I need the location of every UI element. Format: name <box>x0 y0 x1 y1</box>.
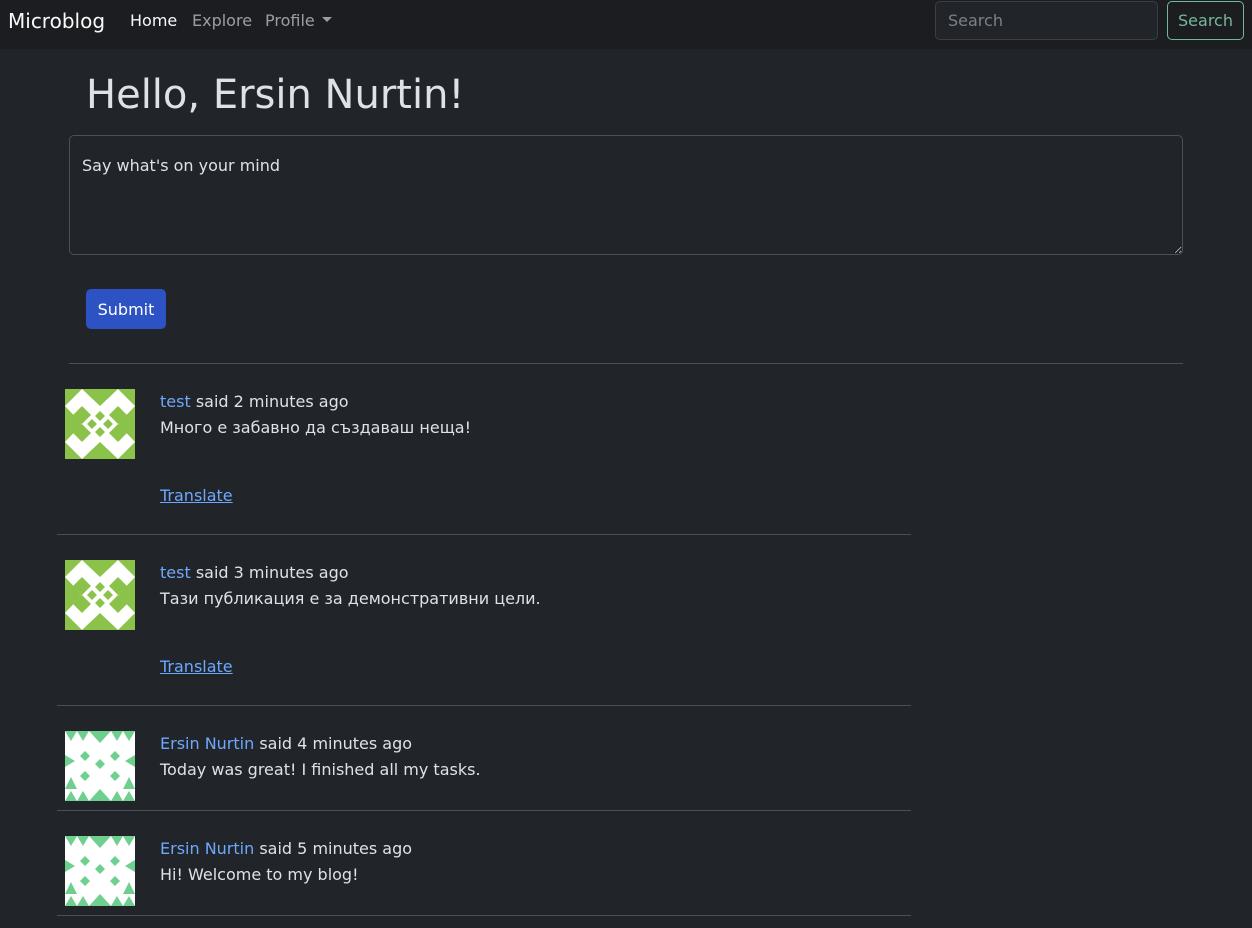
post-meta: Ersin Nurtin said 5 minutes ago <box>160 838 412 860</box>
translate-link[interactable]: Translate <box>160 656 233 678</box>
nav-profile-dropdown[interactable]: Profile <box>265 10 332 32</box>
author-link[interactable]: test <box>160 392 191 411</box>
author-link[interactable]: Ersin Nurtin <box>160 839 254 858</box>
post-item: Ersin Nurtin said 5 minutes ago Hi! Welc… <box>57 836 911 916</box>
avatar[interactable] <box>65 389 135 459</box>
post-body: Тази публикация е за демонстративни цели… <box>160 589 541 608</box>
divider <box>69 363 1183 364</box>
post-timestamp: said 2 minutes ago <box>195 392 349 411</box>
avatar[interactable] <box>65 560 135 630</box>
identicon-avatar-icon <box>65 389 135 459</box>
identicon-avatar-icon <box>65 731 135 801</box>
author-link[interactable]: test <box>160 563 191 582</box>
identicon-avatar-icon <box>65 836 135 906</box>
post-meta: test said 2 minutes ago <box>160 391 349 413</box>
submit-button[interactable]: Submit <box>86 289 166 329</box>
avatar[interactable] <box>65 836 135 906</box>
post-body: Hi! Welcome to my blog! <box>160 865 359 884</box>
post-timestamp: said 3 minutes ago <box>195 563 349 582</box>
brand-logo[interactable]: Microblog <box>8 8 105 34</box>
avatar[interactable] <box>65 731 135 801</box>
post-body: Много е забавно да създаваш неща! <box>160 418 471 437</box>
post-meta: Ersin Nurtin said 4 minutes ago <box>160 733 412 755</box>
post-timestamp: said 5 minutes ago <box>259 839 413 858</box>
chevron-down-icon <box>321 17 332 22</box>
post-meta: test said 3 minutes ago <box>160 562 349 584</box>
post-item: test said 3 minutes ago Тази публикация … <box>57 560 911 706</box>
nav-profile-label: Profile <box>265 11 315 30</box>
post-timestamp: said 4 minutes ago <box>259 734 413 753</box>
search-button[interactable]: Search <box>1167 1 1244 40</box>
post-item: test said 2 minutes ago Много е забавно … <box>57 389 911 535</box>
post-textarea[interactable] <box>69 135 1183 255</box>
search-input[interactable] <box>935 1 1158 40</box>
author-link[interactable]: Ersin Nurtin <box>160 734 254 753</box>
post-body: Today was great! I finished all my tasks… <box>160 760 481 779</box>
navbar: Microblog Home Explore Profile Search <box>0 0 1252 50</box>
page-title: Hello, Ersin Nurtin! <box>86 72 465 118</box>
post-item: Ersin Nurtin said 4 minutes ago Today wa… <box>57 731 911 811</box>
identicon-avatar-icon <box>65 560 135 630</box>
nav-home[interactable]: Home <box>130 10 177 32</box>
translate-link[interactable]: Translate <box>160 485 233 507</box>
nav-explore[interactable]: Explore <box>192 10 252 32</box>
